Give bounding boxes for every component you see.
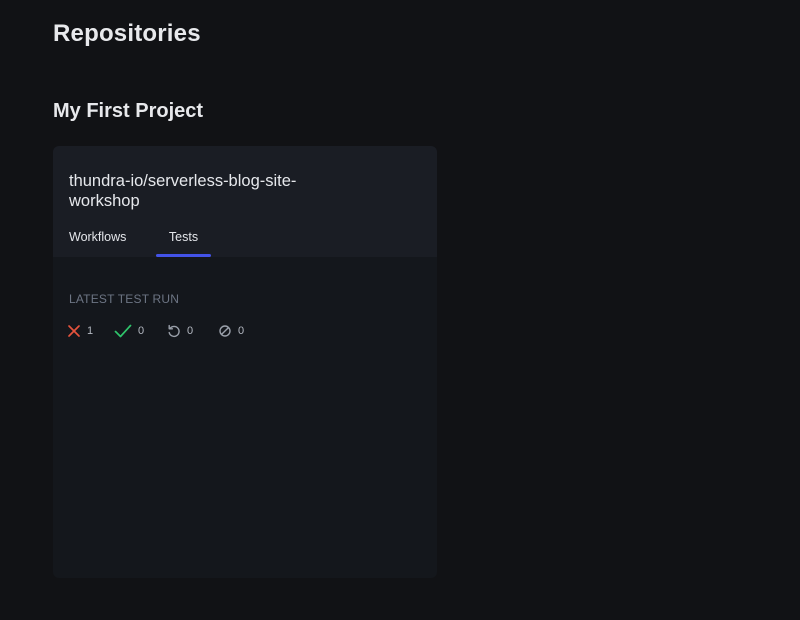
tab-tests[interactable]: Tests	[156, 230, 211, 257]
repo-card: thundra-io/serverless-blog-site-workshop…	[53, 146, 437, 578]
repositories-page: Repositories My First Project thundra-io…	[0, 0, 800, 620]
stat-retried-count: 0	[187, 325, 194, 337]
repo-card-header: thundra-io/serverless-blog-site-workshop…	[53, 146, 437, 257]
check-icon	[114, 324, 132, 338]
x-icon	[68, 325, 80, 337]
repo-card-body: LATEST TEST RUN 1 0 0 0	[53, 257, 437, 578]
stat-retried[interactable]: 0	[167, 323, 193, 339]
tab-workflows[interactable]: Workflows	[69, 230, 126, 257]
stat-skipped-count: 0	[238, 325, 245, 337]
project-title: My First Project	[53, 100, 204, 122]
stat-passed[interactable]: 0	[114, 323, 144, 339]
repo-name[interactable]: thundra-io/serverless-blog-site-workshop	[69, 171, 349, 211]
page-title: Repositories	[53, 20, 201, 47]
skip-icon	[219, 325, 231, 337]
stat-passed-count: 0	[138, 325, 145, 337]
tab-workflows-label: Workflows	[69, 230, 127, 244]
repo-tabs: Workflows Tests	[53, 230, 437, 257]
latest-test-run-label: LATEST TEST RUN	[69, 292, 180, 306]
tab-tests-label: Tests	[168, 230, 199, 244]
retry-icon	[168, 324, 180, 338]
stat-failed[interactable]: 1	[67, 323, 93, 339]
stat-failed-count: 1	[87, 325, 94, 337]
stat-skipped[interactable]: 0	[218, 323, 244, 339]
